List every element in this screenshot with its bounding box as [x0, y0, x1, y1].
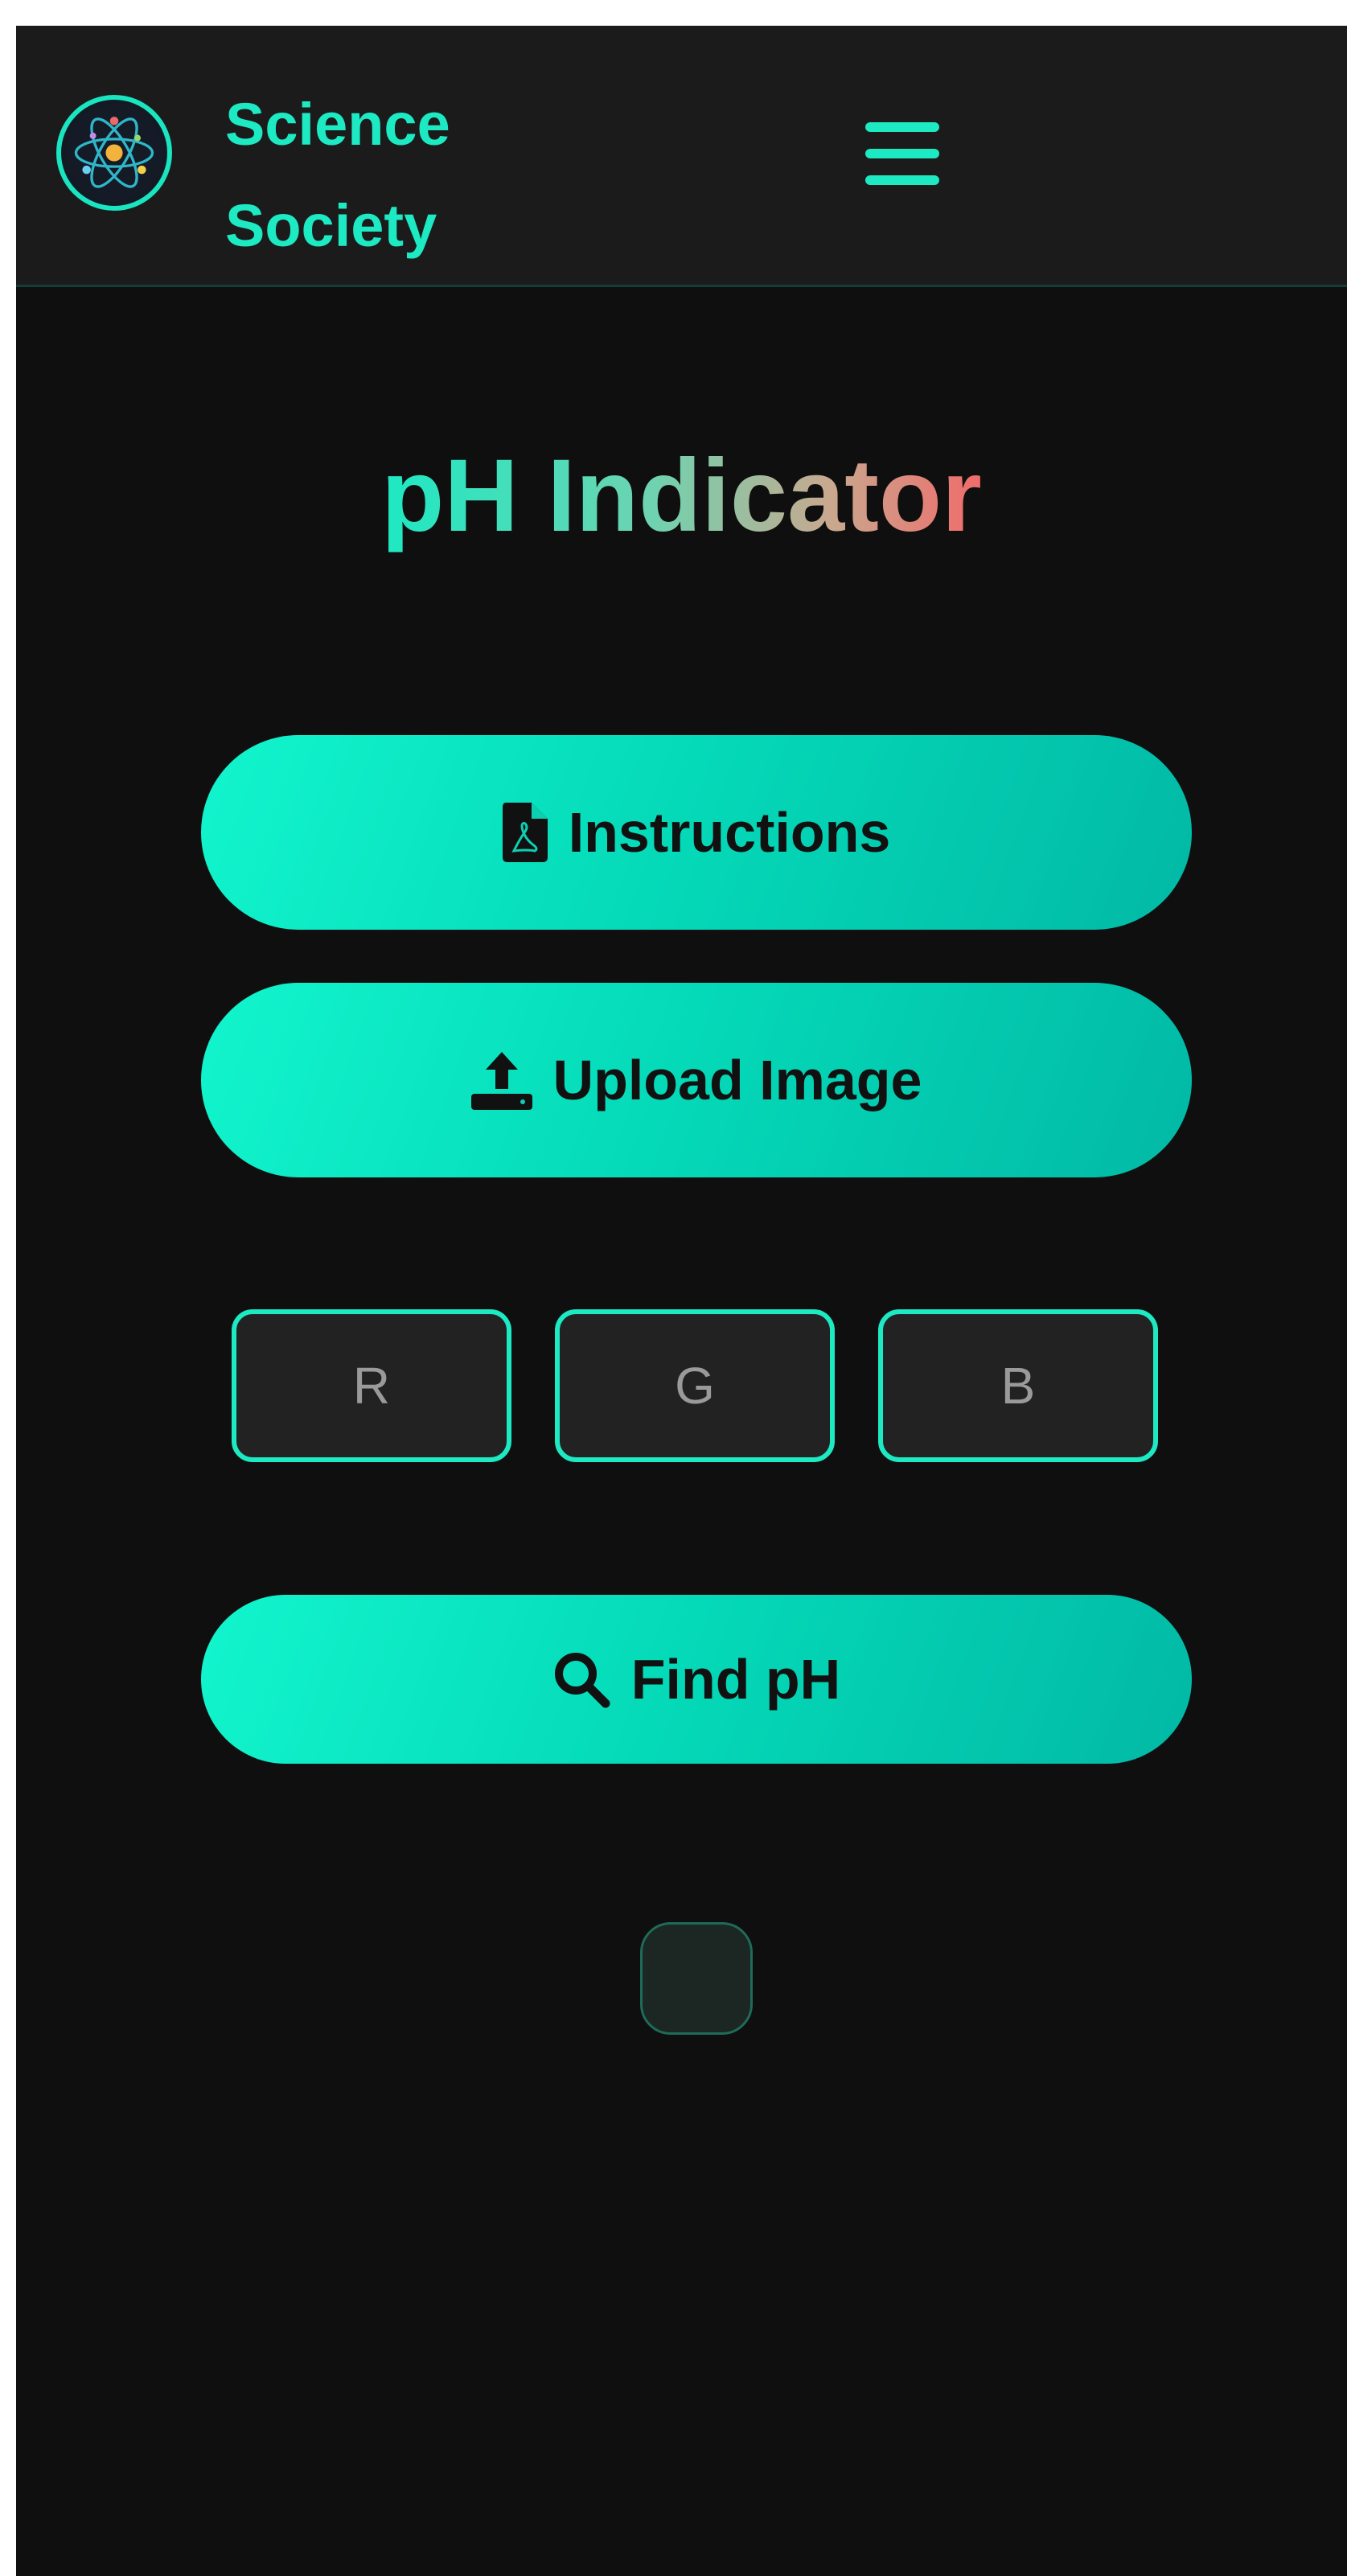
- rgb-input-row: [232, 1309, 1164, 1462]
- upload-image-button[interactable]: Upload Image: [201, 983, 1192, 1177]
- instructions-button-label: Instructions: [568, 801, 891, 864]
- brand-line-2: Society: [225, 192, 437, 259]
- result-color-swatch: [640, 1922, 753, 2035]
- blue-value-input[interactable]: [878, 1309, 1158, 1462]
- find-ph-button-label: Find pH: [630, 1648, 841, 1711]
- brand-line-1: Science: [225, 91, 450, 158]
- menu-bar: [865, 122, 939, 132]
- app-frame: Science Society pH Indicator Instruction…: [16, 26, 1347, 2576]
- top-navbar: Science Society: [16, 26, 1347, 287]
- upload-icon: [470, 1050, 532, 1110]
- atom-logo-icon[interactable]: [56, 95, 172, 211]
- page-title: pH Indicator: [16, 436, 1347, 557]
- find-ph-button[interactable]: Find pH: [201, 1595, 1192, 1764]
- brand-name[interactable]: Science Society: [225, 74, 515, 277]
- upload-image-button-label: Upload Image: [552, 1049, 922, 1111]
- menu-bar: [865, 175, 939, 185]
- page-title-text: pH Indicator: [381, 438, 982, 553]
- hamburger-menu-icon[interactable]: [865, 121, 939, 187]
- red-value-input[interactable]: [232, 1309, 511, 1462]
- search-icon: [552, 1650, 610, 1708]
- instructions-button[interactable]: Instructions: [201, 735, 1192, 930]
- green-value-input[interactable]: [555, 1309, 835, 1462]
- menu-bar: [865, 149, 939, 158]
- pdf-file-icon: [502, 803, 548, 862]
